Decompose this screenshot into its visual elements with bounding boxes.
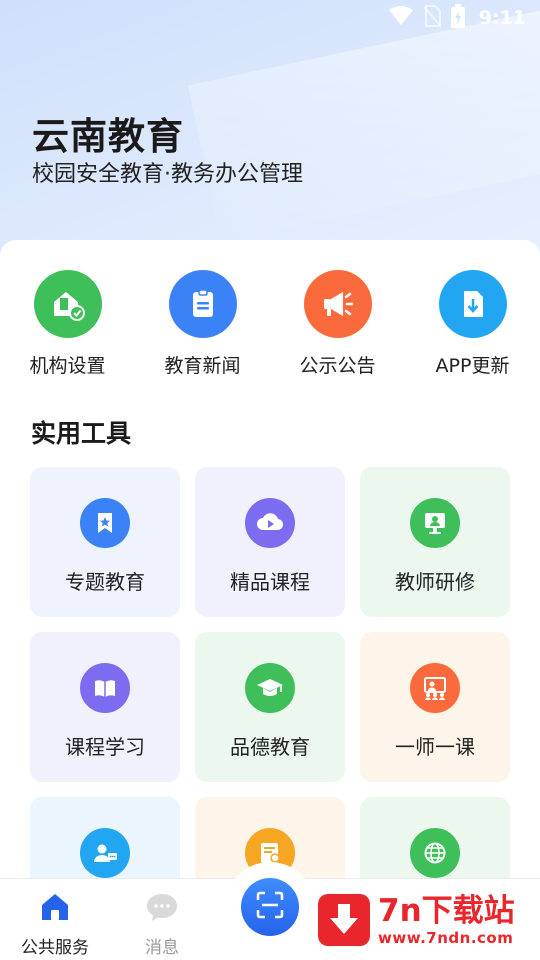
tool-tile-label: 教师研修 xyxy=(395,570,475,594)
nav-tab-messages[interactable]: 消息 xyxy=(107,879,217,960)
teacher-screen-icon xyxy=(410,498,460,548)
wifi-icon xyxy=(388,6,413,30)
tool-tile-quality-courses[interactable]: 精品课程 xyxy=(195,467,345,617)
message-bubble-icon xyxy=(145,891,179,927)
institution-settings-icon xyxy=(33,270,102,338)
watermark-url: www.7ndn.com xyxy=(378,929,514,947)
quick-action-education-news[interactable]: 教育新闻 xyxy=(135,270,270,378)
megaphone-icon xyxy=(303,270,372,338)
tool-tile-label: 课程学习 xyxy=(65,735,145,759)
tools-section-title: 实用工具 xyxy=(31,419,132,448)
tool-tile-topic-education[interactable]: 专题教育 xyxy=(30,467,180,617)
nav-tab-public-services[interactable]: 公共服务 xyxy=(0,879,110,960)
no-sim-icon xyxy=(422,5,441,31)
watermark-title: 7n下载站 xyxy=(378,893,515,929)
globe-icon xyxy=(410,828,460,878)
nav-tab-label: 消息 xyxy=(145,938,179,958)
tool-tile-course-study[interactable]: 课程学习 xyxy=(30,632,180,782)
watermark: 7n下载站 www.7ndn.com xyxy=(312,880,540,960)
scan-button[interactable] xyxy=(241,878,299,936)
news-document-icon xyxy=(168,270,237,338)
cloud-play-icon xyxy=(245,498,295,548)
tool-tile-label: 品德教育 xyxy=(230,735,310,759)
quick-action-announcements[interactable]: 公示公告 xyxy=(270,270,405,378)
app-title: 云南教育 xyxy=(32,115,184,158)
quick-action-app-update[interactable]: APP更新 xyxy=(405,270,540,378)
tool-tile-label: 一师一课 xyxy=(395,735,475,759)
tool-tile-label: 专题教育 xyxy=(65,570,145,594)
user-chat-icon xyxy=(80,828,130,878)
lecture-icon xyxy=(410,663,460,713)
open-book-icon xyxy=(80,663,130,713)
quick-actions: 机构设置 教育新闻 公示公告 APP更新 xyxy=(0,270,540,378)
app-subtitle: 校园安全教育·教务办公管理 xyxy=(32,162,303,187)
nav-tab-label: 公共服务 xyxy=(21,938,89,958)
download-arrow-icon xyxy=(318,894,370,946)
quick-action-label: 公示公告 xyxy=(299,355,376,377)
tool-tile-label: 精品课程 xyxy=(230,570,310,594)
download-file-icon xyxy=(438,270,507,338)
battery-icon xyxy=(450,4,465,32)
quick-action-label: 机构设置 xyxy=(29,355,106,377)
star-bookmark-icon xyxy=(80,498,130,548)
home-icon xyxy=(38,891,72,927)
scan-icon xyxy=(255,890,285,924)
status-bar: 9:11 xyxy=(0,0,540,36)
scan-button-container xyxy=(225,862,315,952)
quick-action-institution-settings[interactable]: 机构设置 xyxy=(0,270,135,378)
status-time: 9:11 xyxy=(478,7,526,29)
tool-tile-moral-education[interactable]: 品德教育 xyxy=(195,632,345,782)
quick-action-label: APP更新 xyxy=(435,355,510,377)
tool-tile-teacher-training[interactable]: 教师研修 xyxy=(360,467,510,617)
tool-tile-one-teacher-one-lesson[interactable]: 一师一课 xyxy=(360,632,510,782)
quick-action-label: 教育新闻 xyxy=(164,355,241,377)
graduation-cap-icon xyxy=(245,663,295,713)
